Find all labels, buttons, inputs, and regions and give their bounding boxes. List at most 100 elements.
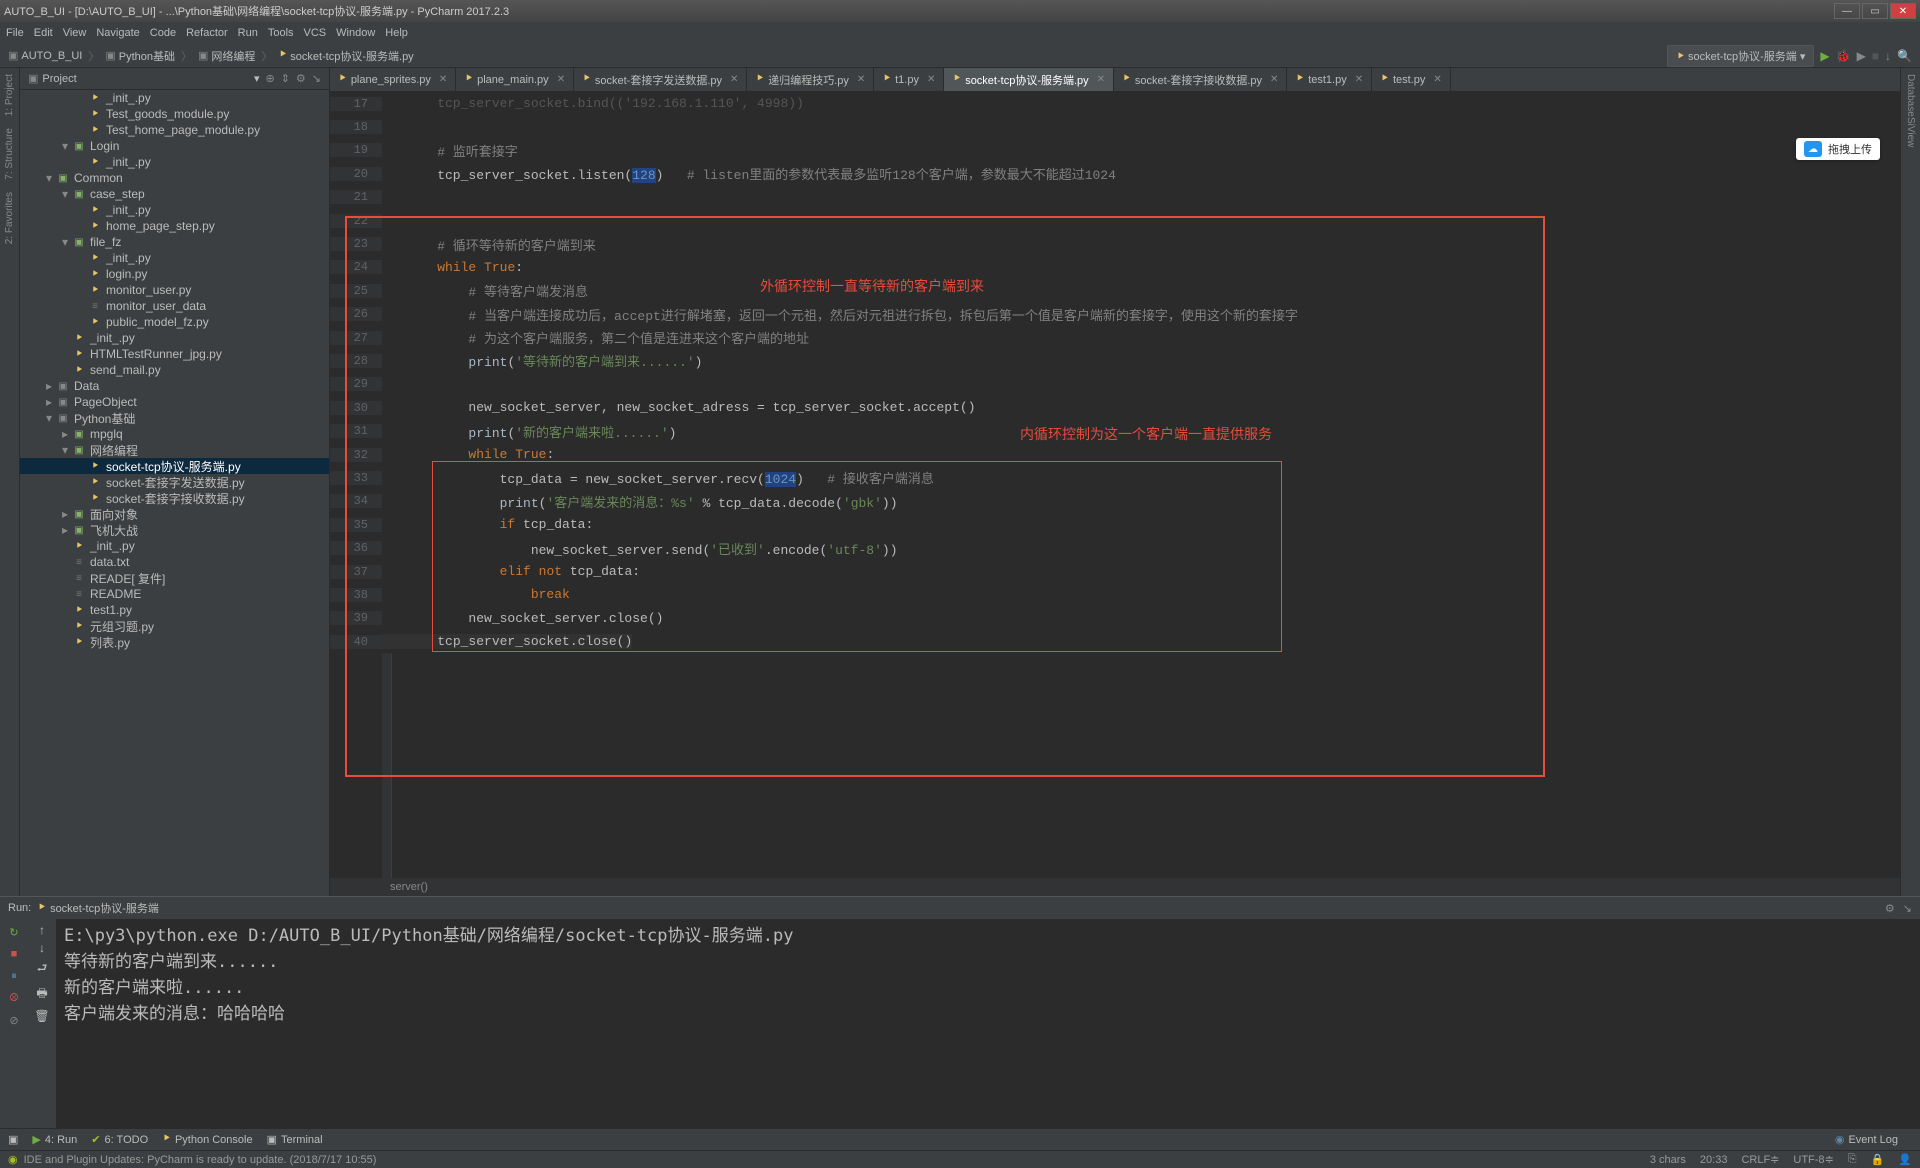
right-tab[interactable]: Database	[1905, 74, 1916, 117]
search-icon[interactable]: 🔍	[1897, 49, 1912, 63]
tree-item[interactable]: ▾▣case_step	[20, 186, 329, 202]
close-tab-icon[interactable]: ✕	[857, 74, 865, 85]
status-context[interactable]: ⎘	[1848, 1153, 1857, 1166]
status-crlf[interactable]: CRLF≑	[1741, 1153, 1779, 1166]
update-icon[interactable]: ↓	[1885, 49, 1891, 63]
tree-item[interactable]: ⯈_init_.py	[20, 202, 329, 218]
wrap-icon[interactable]: ⮐	[37, 959, 48, 980]
editor-tab[interactable]: ⯈t1.py✕	[874, 68, 944, 91]
close-tab-icon[interactable]: ✕	[557, 74, 565, 85]
tree-item[interactable]: ≡data.txt	[20, 554, 329, 570]
editor-tab[interactable]: ⯈socket-套接字发送数据.py✕	[574, 68, 747, 91]
close-tab-icon[interactable]: ✕	[439, 74, 447, 85]
hide-icon[interactable]: ↘	[312, 72, 321, 85]
tree-item[interactable]: ⯈login.py	[20, 266, 329, 282]
menu-code[interactable]: Code	[150, 27, 176, 39]
code-line[interactable]: 19 # 监听套接字	[330, 139, 1900, 162]
down-icon[interactable]: ↓	[39, 941, 45, 955]
menu-vcs[interactable]: VCS	[304, 27, 327, 39]
code-line[interactable]: 28 print('等待新的客户端到来......')	[330, 349, 1900, 372]
code-line[interactable]: 24 while True:	[330, 256, 1900, 279]
stop-icon[interactable]: ■	[5, 945, 23, 963]
tree-item[interactable]: ▸▣面向对象	[20, 506, 329, 522]
tree-item[interactable]: ▾▣Common	[20, 170, 329, 186]
gear-icon[interactable]: ⚙	[296, 72, 306, 85]
pause-icon[interactable]: ⏸	[5, 967, 23, 985]
tree-item[interactable]: ⯈send_mail.py	[20, 362, 329, 378]
code-line[interactable]: 38 break	[330, 583, 1900, 606]
code-line[interactable]: 32 while True:	[330, 443, 1900, 466]
tree-item[interactable]: ▸▣PageObject	[20, 394, 329, 410]
menu-window[interactable]: Window	[336, 27, 375, 39]
run-icon[interactable]: ▶	[1820, 49, 1829, 63]
exit-icon[interactable]: ⮾	[5, 989, 23, 1007]
hide-icon[interactable]: ↘	[1903, 902, 1912, 915]
code-line[interactable]: 25 # 等待客户端发消息	[330, 279, 1900, 302]
close-tab-icon[interactable]: ✕	[1355, 74, 1363, 85]
tree-item[interactable]: ⯈monitor_user.py	[20, 282, 329, 298]
code-line[interactable]: 18	[330, 115, 1900, 138]
close-tab-icon[interactable]: ✕	[1433, 74, 1441, 85]
close-tab-icon[interactable]: ✕	[927, 74, 935, 85]
editor-tab[interactable]: ⯈test1.py✕	[1287, 68, 1372, 91]
menu-tools[interactable]: Tools	[268, 27, 294, 39]
project-tree[interactable]: ⯈_init_.py⯈Test_goods_module.py⯈Test_hom…	[20, 90, 329, 896]
lock-icon[interactable]: 🔒	[1871, 1153, 1885, 1166]
coverage-icon[interactable]: ▶	[1857, 49, 1866, 63]
menu-navigate[interactable]: Navigate	[96, 27, 139, 39]
code-line[interactable]: 35 if tcp_data:	[330, 513, 1900, 536]
close-tab-icon[interactable]: ✕	[1097, 74, 1105, 85]
tree-item[interactable]: ▾▣Login	[20, 138, 329, 154]
notif-icon[interactable]: ◉	[8, 1153, 18, 1166]
tree-item[interactable]: ▾▣网络编程	[20, 442, 329, 458]
code-line[interactable]: 21	[330, 186, 1900, 209]
code-line[interactable]: 23 # 循环等待新的客户端到来	[330, 232, 1900, 255]
target-icon[interactable]: ⊕	[265, 72, 274, 85]
editor-tab[interactable]: ⯈socket-套接字接收数据.py✕	[1114, 68, 1287, 91]
code-line[interactable]: 22	[330, 209, 1900, 232]
minimize-button[interactable]: —	[1834, 3, 1860, 19]
trash-icon[interactable]: 🗑	[34, 1009, 49, 1023]
tree-item[interactable]: ⯈_init_.py	[20, 330, 329, 346]
code-line[interactable]: 34 print('客户端发来的消息：%s' % tcp_data.decode…	[330, 490, 1900, 513]
left-tab[interactable]: 7: Structure	[4, 128, 15, 180]
todo-tool[interactable]: ✔6: TODO	[91, 1133, 148, 1146]
tree-item[interactable]: ⯈Test_home_page_module.py	[20, 122, 329, 138]
up-icon[interactable]: ↑	[39, 923, 45, 937]
left-tab[interactable]: 2: Favorites	[4, 192, 15, 244]
upload-toast[interactable]: ☁ 拖拽上传	[1796, 138, 1880, 160]
editor-tab[interactable]: ⯈递归编程技巧.py✕	[747, 68, 874, 91]
code-line[interactable]: 37 elif not tcp_data:	[330, 560, 1900, 583]
run-output[interactable]: E:\py3\python.exe D:/AUTO_B_UI/Python基础/…	[56, 919, 1920, 1128]
print-icon[interactable]: 🖶	[36, 984, 47, 1005]
code-line[interactable]: 33 tcp_data = new_socket_server.recv(102…	[330, 466, 1900, 489]
editor-tab[interactable]: ⯈test.py✕	[1372, 68, 1451, 91]
code-line[interactable]: 30 new_socket_server, new_socket_adress …	[330, 396, 1900, 419]
code-line[interactable]: 39 new_socket_server.close()	[330, 607, 1900, 630]
tree-item[interactable]: ⯈socket-tcp协议-服务端.py	[20, 458, 329, 474]
run-tool[interactable]: ▶4: Run	[32, 1133, 77, 1146]
tree-item[interactable]: ⯈socket-套接字发送数据.py	[20, 474, 329, 490]
terminal-tool[interactable]: ▣Terminal	[267, 1133, 323, 1146]
tree-item[interactable]: ⯈HTMLTestRunner_jpg.py	[20, 346, 329, 362]
tree-item[interactable]: ▾▣file_fz	[20, 234, 329, 250]
ban-icon[interactable]: ⊘	[5, 1011, 23, 1029]
code-editor[interactable]: 17 tcp_server_socket.bind(('192.168.1.11…	[330, 92, 1900, 653]
code-line[interactable]: 40 tcp_server_socket.close()	[330, 630, 1900, 653]
breadcrumb-item[interactable]: ▣网络编程	[198, 48, 255, 64]
left-tab[interactable]: 1: Project	[4, 74, 15, 116]
debug-icon[interactable]: 🐞	[1836, 49, 1851, 63]
breadcrumb-item[interactable]: ▣Python基础	[105, 48, 175, 64]
collapse-icon[interactable]: ⇕	[281, 72, 290, 85]
tree-item[interactable]: ⯈_init_.py	[20, 154, 329, 170]
code-line[interactable]: 26 # 当客户端连接成功后，accept进行解堵塞，返回一个元祖，然后对元祖进…	[330, 303, 1900, 326]
code-line[interactable]: 20 tcp_server_socket.listen(128) # liste…	[330, 162, 1900, 185]
close-tab-icon[interactable]: ✕	[1270, 74, 1278, 85]
tree-item[interactable]: ⯈列表.py	[20, 634, 329, 650]
tree-item[interactable]: ⯈home_page_step.py	[20, 218, 329, 234]
event-log-tool[interactable]: ◉Event Log	[1835, 1133, 1898, 1146]
menu-edit[interactable]: Edit	[34, 27, 53, 39]
tree-item[interactable]: ▸▣Data	[20, 378, 329, 394]
close-button[interactable]: ✕	[1890, 3, 1916, 19]
breadcrumb-item[interactable]: ⯈socket-tcp协议-服务端.py	[278, 48, 413, 64]
